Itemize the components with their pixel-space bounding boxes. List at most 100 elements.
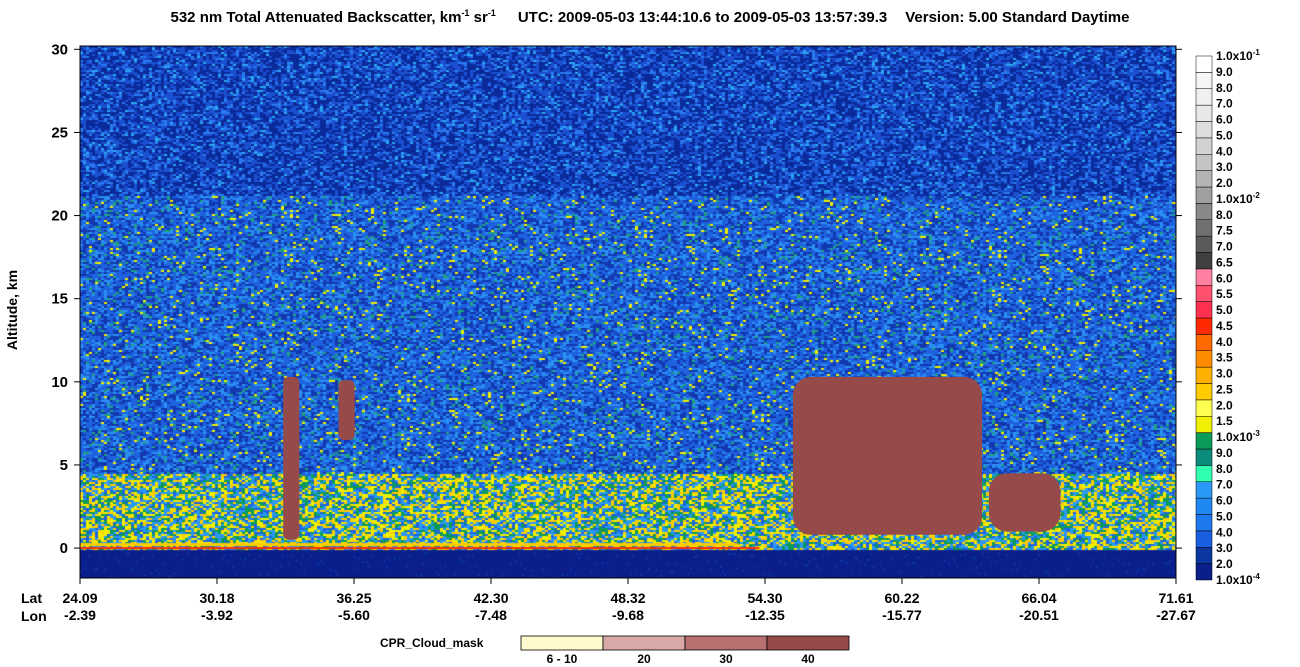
x-row-label-lat: Lat: [21, 590, 42, 606]
cpr-mask-category: 30: [719, 652, 733, 666]
colorbar-label: 7.0: [1216, 97, 1233, 111]
colorbar-swatch: [1195, 334, 1213, 351]
colorbar-swatch: [1195, 448, 1213, 466]
colorbar-label: 2.0: [1216, 398, 1233, 412]
colorbar-label: 7.0: [1216, 478, 1233, 492]
cloud-mask-region: [792, 376, 983, 535]
x-tick-label: 66.04 -20.51: [999, 590, 1079, 624]
y-tick-label: 0: [60, 540, 68, 557]
colorbar-swatch: [1195, 235, 1213, 253]
x-tick-label: 36.25 -5.60: [314, 590, 394, 624]
x-tick-lon: -7.48: [475, 607, 507, 623]
colorbar-swatch: [1195, 383, 1213, 401]
colorbar-label: 3.0: [1216, 367, 1233, 381]
colorbar-swatch: [1195, 432, 1213, 450]
colorbar-swatch: [1195, 72, 1213, 89]
cloud-mask-region: [338, 380, 355, 441]
colorbar-swatch: [1195, 366, 1213, 384]
colorbar-label: 1.0x10-2: [1216, 191, 1260, 206]
colorbar-label: 1.0x10-4: [1216, 572, 1260, 587]
colorbar-label: 6.0: [1216, 113, 1233, 127]
colorbar-label: 3.0: [1216, 160, 1233, 174]
x-tick-label: 60.22 -15.77: [862, 590, 942, 624]
cloud-mask-region: [988, 473, 1061, 532]
colorbar-label: 4.0: [1216, 335, 1233, 349]
colorbar-label: 8.0: [1216, 81, 1233, 95]
x-tick-lat: 60.22: [884, 590, 920, 606]
colorbar-label: 2.0: [1216, 176, 1233, 190]
x-tick-lon: -3.92: [201, 607, 233, 623]
colorbar-swatch: [1195, 301, 1213, 319]
backscatter-heatmap: [79, 45, 1177, 579]
colorbar-swatch: [1195, 219, 1213, 237]
cpr-mask-category: 40: [801, 652, 815, 666]
x-tick-lat: 54.30: [747, 590, 783, 606]
x-tick-label: 71.61 -27.67: [1136, 590, 1216, 624]
colorbar-swatch: [1195, 104, 1213, 122]
colorbar-label: 1.0x10-1: [1216, 48, 1260, 63]
cpr-mask-swatch: [684, 635, 768, 651]
x-tick-label: 54.30 -12.35: [725, 590, 805, 624]
colorbar-swatch: [1195, 416, 1213, 433]
colorbar-swatch: [1195, 399, 1213, 417]
x-tick-label: 48.32 -9.68: [588, 590, 668, 624]
x-tick-lon: -2.39: [64, 607, 96, 623]
colorbar-label: 1.5: [1216, 414, 1233, 428]
colorbar-label: 5.0: [1216, 509, 1233, 523]
cloud-mask-region: [283, 376, 300, 540]
colorbar-label: 9.0: [1216, 446, 1233, 460]
y-tick-label: 15: [51, 291, 68, 308]
cpr-mask-swatch: [602, 635, 686, 651]
x-tick-lat: 24.09: [62, 590, 98, 606]
colorbar-swatch: [1195, 88, 1213, 106]
x-tick-lon: -20.51: [1019, 607, 1059, 623]
colorbar-swatch: [1195, 137, 1213, 155]
x-tick-lon: -5.60: [338, 607, 370, 623]
x-tick-lat: 71.61: [1158, 590, 1194, 606]
x-tick-lon: -27.67: [1156, 607, 1196, 623]
cpr-mask-title: CPR_Cloud_mask: [380, 636, 484, 650]
y-tick-label: 5: [60, 457, 68, 474]
colorbar-swatch: [1195, 563, 1213, 581]
colorbar-label: 3.0: [1216, 541, 1233, 555]
x-tick-lon: -12.35: [745, 607, 785, 623]
y-tick-label: 25: [51, 124, 68, 141]
x-tick-lat: 66.04: [1021, 590, 1057, 606]
colorbar-label: 2.5: [1216, 382, 1233, 396]
colorbar-swatch: [1195, 55, 1213, 73]
colorbar-swatch: [1195, 514, 1213, 532]
colorbar-label: 3.5: [1216, 351, 1233, 365]
cpr-mask-category: 6 - 10: [546, 652, 578, 666]
y-tick-label: 30: [51, 41, 68, 58]
colorbar-swatch: [1195, 203, 1213, 220]
colorbar-label: 7.5: [1216, 224, 1233, 238]
x-tick-lat: 42.30: [473, 590, 509, 606]
cpr-mask-swatch: [520, 635, 604, 651]
colorbar-swatch: [1195, 317, 1213, 335]
colorbar-label: 8.0: [1216, 462, 1233, 476]
x-tick-lon: -15.77: [882, 607, 922, 623]
colorbar-swatch: [1195, 186, 1213, 204]
colorbar-label: 5.0: [1216, 128, 1233, 142]
x-tick-label: 42.30 -7.48: [451, 590, 531, 624]
colorbar-swatch: [1195, 268, 1213, 286]
colorbar-swatch: [1195, 530, 1213, 548]
colorbar-swatch: [1195, 497, 1213, 515]
colorbar-label: 5.0: [1216, 303, 1233, 317]
x-tick-label: 30.18 -3.92: [177, 590, 257, 624]
x-tick-label: 24.09 -2.39: [40, 590, 120, 624]
colorbar-label: 4.0: [1216, 525, 1233, 539]
x-tick-lon: -9.68: [612, 607, 644, 623]
colorbar-label: 5.5: [1216, 287, 1233, 301]
y-tick-label: 10: [51, 374, 68, 391]
colorbar-label: 7.0: [1216, 240, 1233, 254]
colorbar-swatch: [1195, 547, 1213, 564]
cpr-mask-category: 20: [637, 652, 651, 666]
y-tick-label: 20: [51, 208, 68, 225]
colorbar-label: 4.0: [1216, 144, 1233, 158]
colorbar-swatch: [1195, 465, 1213, 482]
colorbar-swatch: [1195, 170, 1213, 188]
colorbar: 1.0x10-42.03.04.05.06.07.08.09.01.0x10-3…: [1195, 48, 1260, 587]
colorbar-label: 2.0: [1216, 557, 1233, 571]
colorbar-label: 9.0: [1216, 65, 1233, 79]
